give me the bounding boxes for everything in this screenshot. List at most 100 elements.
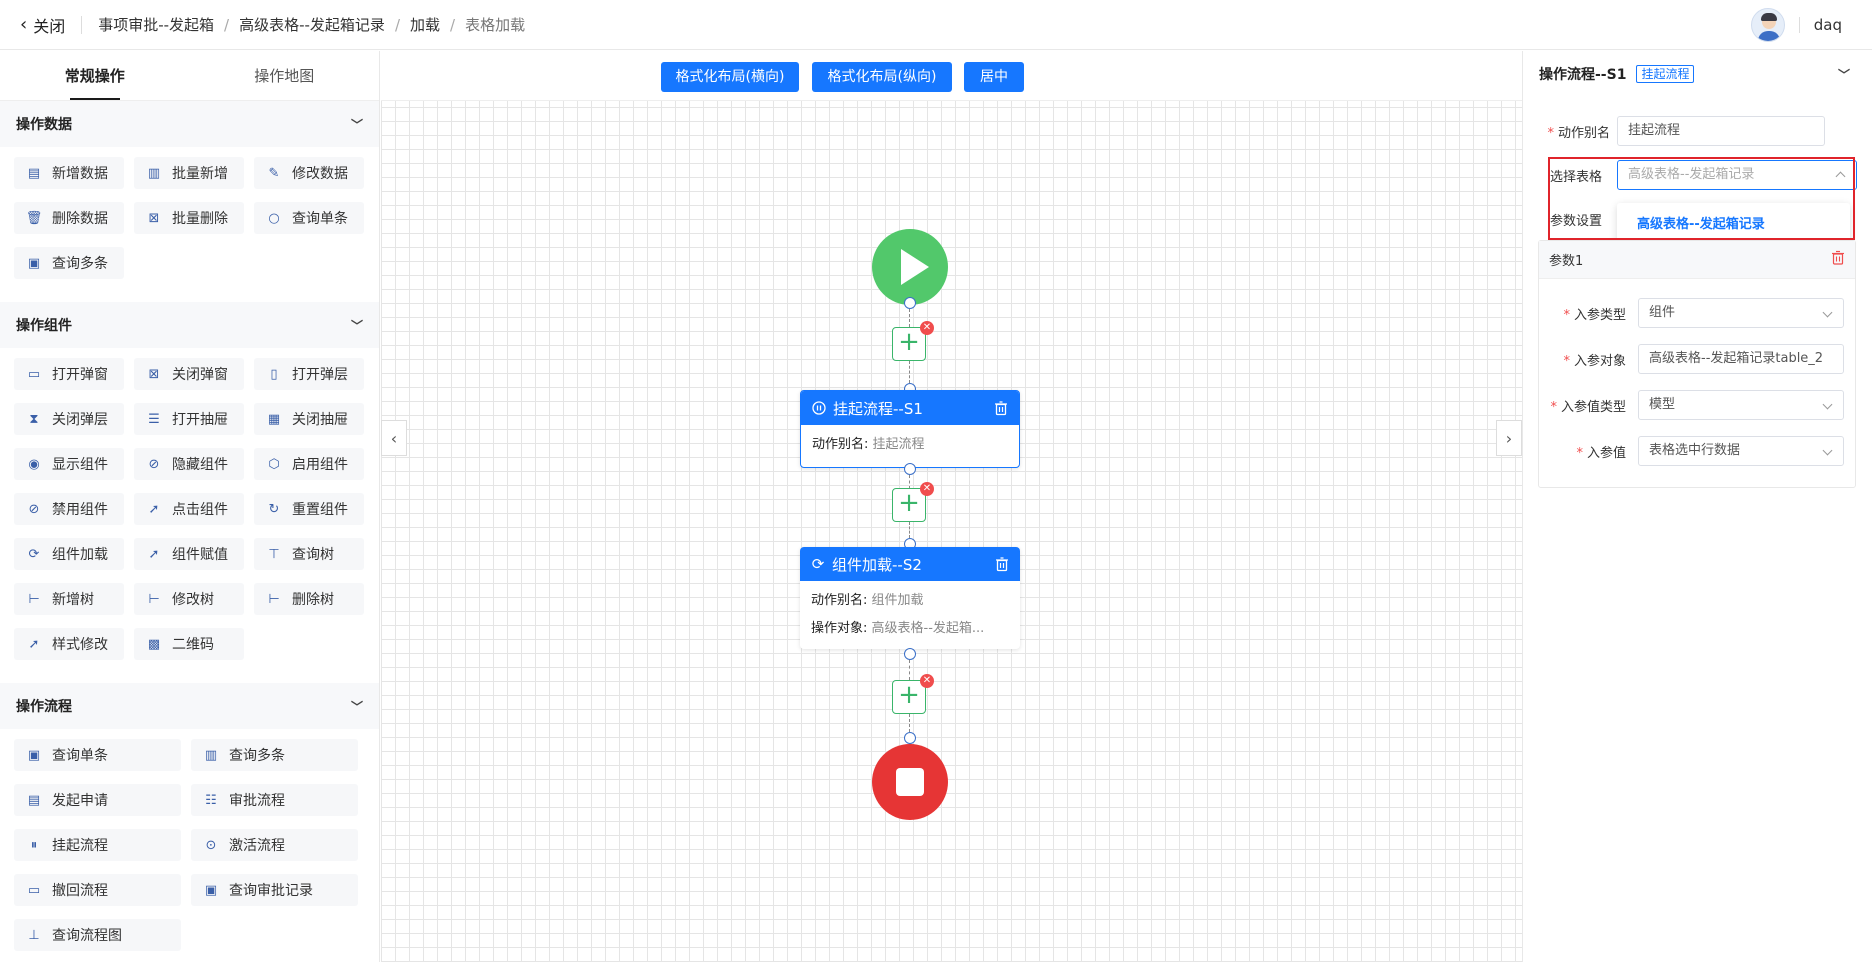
search-icon: ○ bbox=[268, 210, 280, 226]
param-object-label: * 入参对象 bbox=[1563, 353, 1626, 369]
op-disable-component[interactable]: ⊘ 禁用组件 bbox=[14, 493, 124, 525]
breadcrumb-item[interactable]: 事项审批--发起箱 bbox=[98, 14, 214, 35]
op-close-dialog[interactable]: ⊠ 关闭弹窗 bbox=[134, 358, 244, 390]
tab-operation-map[interactable]: 操作地图 bbox=[190, 51, 380, 100]
user-menu[interactable]: daq bbox=[1750, 8, 1842, 42]
op-label: 关闭弹窗 bbox=[172, 367, 228, 383]
trash-icon[interactable] bbox=[993, 400, 1009, 416]
op-open-dialog[interactable]: ▭ 打开弹窗 bbox=[14, 358, 124, 390]
param-value-select[interactable]: 表格选中行数据 bbox=[1638, 436, 1844, 466]
s1-out-port[interactable] bbox=[904, 463, 916, 475]
breadcrumb-item[interactable]: 加载 bbox=[410, 14, 440, 35]
op-click-component[interactable]: ➚ 点击组件 bbox=[134, 493, 244, 525]
end-in-port[interactable] bbox=[904, 732, 916, 744]
op-query-tree[interactable]: ⊤ 查询树 bbox=[254, 538, 364, 570]
op-query-one[interactable]: ○ 查询单条 bbox=[254, 202, 364, 234]
s2-out-port[interactable] bbox=[904, 648, 916, 660]
user-name[interactable]: daq bbox=[1814, 16, 1842, 34]
op-label: 修改数据 bbox=[292, 166, 348, 182]
op-start-apply[interactable]: ▤ 发起申请 bbox=[14, 784, 181, 816]
avatar[interactable] bbox=[1750, 8, 1785, 42]
breadcrumb-item[interactable]: 高级表格--发起箱记录 bbox=[239, 14, 385, 35]
op-reset-component[interactable]: ↻ 重置组件 bbox=[254, 493, 364, 525]
node-s2-header: ⟳ 组件加载--S2 bbox=[800, 547, 1020, 581]
op-show-component[interactable]: ◉ 显示组件 bbox=[14, 448, 124, 480]
op-label: 审批流程 bbox=[229, 793, 285, 809]
record-icon: ⊙ bbox=[205, 837, 217, 853]
op-label: 查询单条 bbox=[292, 211, 348, 227]
node-s1[interactable]: 挂起流程--S1 动作别名: 挂起流程 bbox=[800, 390, 1020, 468]
node-row: 动作别名: 挂起流程 bbox=[801, 431, 1019, 459]
param-value-label: * 入参值 bbox=[1576, 445, 1626, 461]
op-query-approval-records[interactable]: ▣ 查询审批记录 bbox=[191, 874, 358, 906]
op-add-data[interactable]: ▤ 新增数据 bbox=[14, 157, 124, 189]
op-edit-tree[interactable]: ⊢ 修改树 bbox=[134, 583, 244, 615]
records-icon: ▣ bbox=[204, 882, 218, 898]
param-object-input[interactable]: 高级表格--发起箱记录table_2 bbox=[1638, 344, 1844, 374]
op-open-drawer[interactable]: ☰ 打开抽屉 bbox=[134, 403, 244, 435]
op-load-component[interactable]: ⟳ 组件加载 bbox=[14, 538, 124, 570]
format-vertical-button[interactable]: 格式化布局(纵向) bbox=[812, 62, 952, 92]
param-type-label: * 入参类型 bbox=[1563, 307, 1626, 323]
edge-line bbox=[909, 522, 910, 538]
op-withdraw-flow[interactable]: ▭ 撤回流程 bbox=[14, 874, 181, 906]
pause-icon bbox=[811, 400, 827, 416]
op-hide-component[interactable]: ⊘ 隐藏组件 bbox=[134, 448, 244, 480]
pause-icon: ⏸ bbox=[30, 837, 38, 853]
op-style-modify[interactable]: ➚ 样式修改 bbox=[14, 628, 124, 660]
section-operate-flow[interactable]: 操作流程 ﹀ bbox=[0, 683, 379, 729]
section-operate-component[interactable]: 操作组件 ﹀ bbox=[0, 302, 379, 348]
collapse-left-panel-button[interactable]: ‹ bbox=[381, 420, 407, 456]
trash-icon[interactable] bbox=[994, 556, 1010, 572]
chevron-down-icon[interactable]: ﹀ bbox=[351, 698, 363, 715]
op-close-layer[interactable]: ⧗ 关闭弹层 bbox=[14, 403, 124, 435]
op-batch-add[interactable]: ▥ 批量新增 bbox=[134, 157, 244, 189]
op-add-tree[interactable]: ⊢ 新增树 bbox=[14, 583, 124, 615]
op-label: 激活流程 bbox=[229, 838, 285, 854]
op-edit-data[interactable]: ✎ 修改数据 bbox=[254, 157, 364, 189]
op-close-drawer[interactable]: ▦ 关闭抽屉 bbox=[254, 403, 364, 435]
start-out-port[interactable] bbox=[904, 297, 916, 309]
alias-input[interactable]: 挂起流程 bbox=[1617, 116, 1825, 146]
remove-edge-icon[interactable]: ✕ bbox=[920, 674, 934, 688]
node-s2[interactable]: ⟳ 组件加载--S2 动作别名: 组件加载 操作对象: 高级表格--发起箱... bbox=[800, 547, 1020, 649]
row-value: 挂起流程 bbox=[872, 437, 925, 452]
op-flow-query-many[interactable]: ▥ 查询多条 bbox=[191, 739, 358, 771]
op-label: 打开抽屉 bbox=[172, 412, 228, 428]
collapse-right-panel-button[interactable]: › bbox=[1496, 420, 1522, 456]
op-delete-data[interactable]: 🗑 删除数据 bbox=[14, 202, 124, 234]
end-node[interactable] bbox=[872, 744, 948, 820]
remove-edge-icon[interactable]: ✕ bbox=[920, 321, 934, 335]
op-query-many[interactable]: ▣ 查询多条 bbox=[14, 247, 124, 279]
param-type-select[interactable]: 组件 bbox=[1638, 298, 1844, 328]
trash-icon[interactable] bbox=[1831, 250, 1845, 269]
param-value-type-select[interactable]: 模型 bbox=[1638, 390, 1844, 420]
flow-canvas[interactable]: 格式化布局(横向) 格式化布局(纵向) 居中 ‹ › + ✕ 挂起流程--S1 … bbox=[381, 51, 1522, 962]
start-node[interactable] bbox=[872, 229, 948, 305]
remove-edge-icon[interactable]: ✕ bbox=[920, 482, 934, 496]
op-open-layer[interactable]: ▯ 打开弹层 bbox=[254, 358, 364, 390]
op-flow-query-one[interactable]: ▣ 查询单条 bbox=[14, 739, 181, 771]
op-assign-component[interactable]: ➚ 组件赋值 bbox=[134, 538, 244, 570]
tab-common-operations[interactable]: 常规操作 bbox=[0, 51, 190, 100]
op-label: 打开弹窗 bbox=[52, 367, 108, 383]
close-button[interactable]: ‹ 关闭 bbox=[20, 13, 65, 37]
chevron-down-icon[interactable]: ﹀ bbox=[351, 317, 363, 334]
op-qrcode[interactable]: ▩ 二维码 bbox=[134, 628, 244, 660]
op-delete-tree[interactable]: ⊢ 删除树 bbox=[254, 583, 364, 615]
op-enable-component[interactable]: ⬡ 启用组件 bbox=[254, 448, 364, 480]
center-button[interactable]: 居中 bbox=[964, 62, 1024, 92]
param-object-row: * 入参对象 高级表格--发起箱记录table_2 bbox=[1540, 344, 1844, 374]
left-tabs: 常规操作 操作地图 bbox=[0, 51, 379, 101]
op-query-flow-chart[interactable]: ⊥ 查询流程图 bbox=[14, 919, 181, 951]
format-horizontal-button[interactable]: 格式化布局(横向) bbox=[661, 62, 799, 92]
op-suspend-flow[interactable]: ⏸ 挂起流程 bbox=[14, 829, 181, 861]
chevron-left-icon: ‹ bbox=[20, 14, 28, 35]
section-operate-data[interactable]: 操作数据 ﹀ bbox=[0, 101, 379, 147]
chevron-down-icon[interactable]: ﹀ bbox=[1838, 66, 1850, 83]
op-approve-flow[interactable]: ☷ 审批流程 bbox=[191, 784, 358, 816]
op-activate-flow[interactable]: ⊙ 激活流程 bbox=[191, 829, 358, 861]
trash-icon: 🗑 bbox=[25, 210, 43, 226]
op-batch-delete[interactable]: ⊠ 批量删除 bbox=[134, 202, 244, 234]
chevron-down-icon[interactable]: ﹀ bbox=[351, 116, 363, 133]
